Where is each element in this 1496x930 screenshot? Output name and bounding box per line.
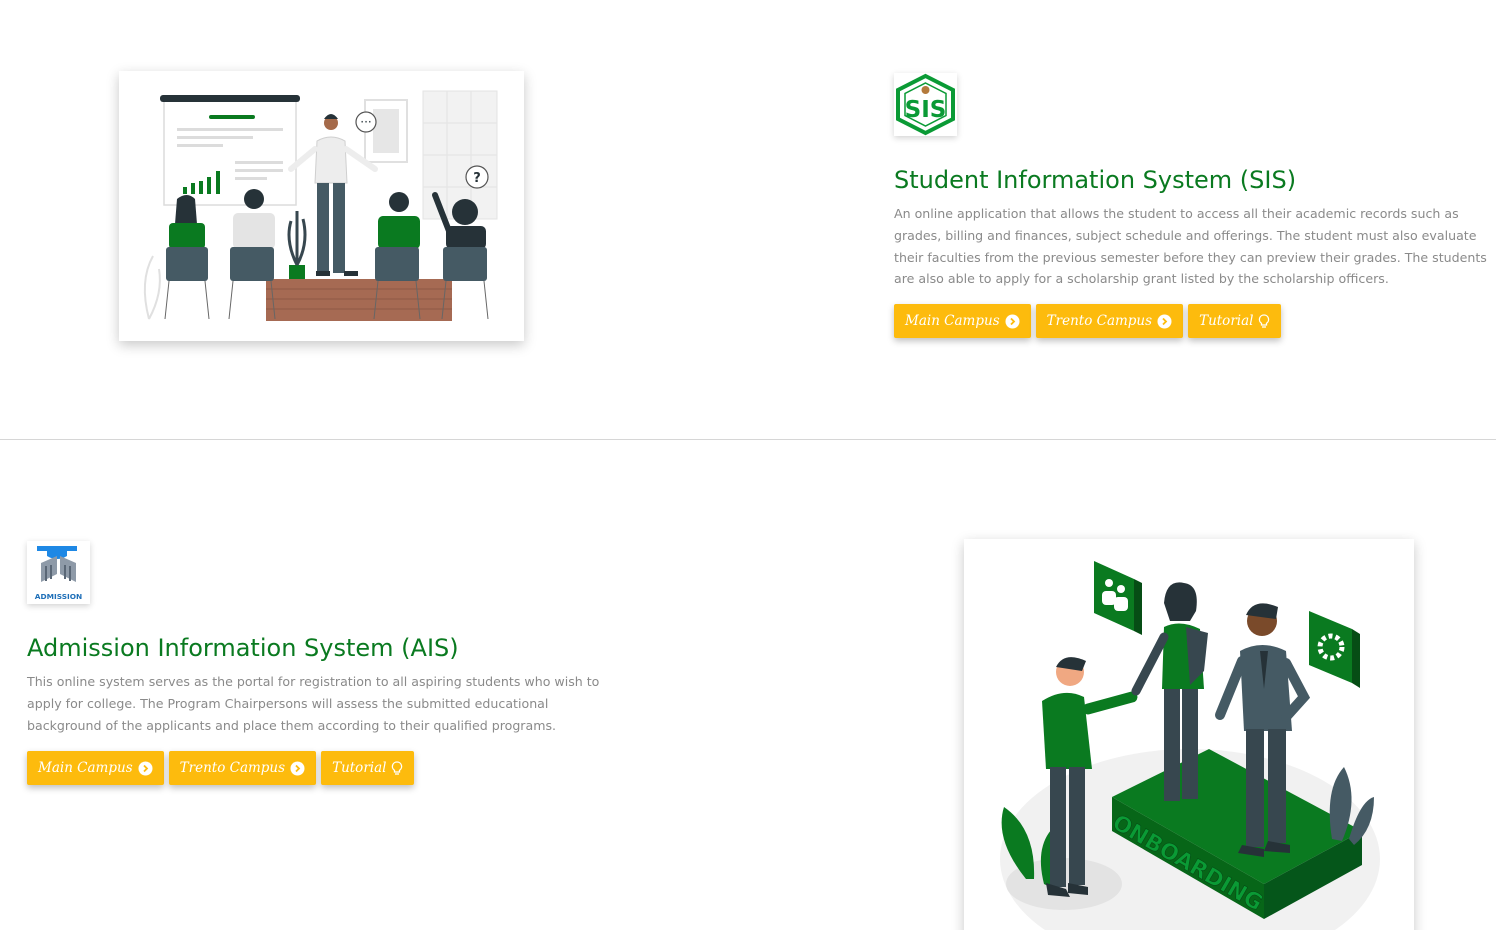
ais-onboarding-illustration: ONBOARDING: [964, 539, 1414, 930]
ais-logo-text: ADMISSION: [35, 592, 83, 601]
svg-text:···: ···: [360, 115, 371, 129]
chevron-circle-right-icon: [138, 761, 153, 776]
sis-button-group: Main Campus Trento Campus Tutorial: [894, 304, 1282, 338]
lightbulb-icon: [1258, 313, 1270, 329]
sis-description: An online application that allows the st…: [894, 206, 1487, 287]
sis-title: Student Information System (SIS): [894, 166, 1297, 194]
sis-logo: SIS: [894, 73, 957, 136]
ais-tutorial-button[interactable]: Tutorial: [321, 751, 415, 785]
sis-section: ··· ? SIS Student Information System (SI…: [0, 0, 1496, 439]
ais-section: ADMISSION Admission Information System (…: [0, 440, 1496, 930]
chevron-circle-right-icon: [290, 761, 305, 776]
ais-trento-campus-label: Trento Campus: [179, 760, 286, 776]
svg-text:?: ?: [473, 171, 481, 186]
sis-classroom-illustration: ··· ?: [119, 71, 524, 341]
sis-main-campus-button[interactable]: Main Campus: [894, 304, 1031, 338]
sis-tutorial-label: Tutorial: [1199, 313, 1254, 329]
ais-trento-campus-button[interactable]: Trento Campus: [168, 751, 317, 785]
sis-trento-campus-label: Trento Campus: [1046, 313, 1153, 329]
ais-logo: ADMISSION: [27, 541, 90, 604]
chevron-circle-right-icon: [1005, 314, 1020, 329]
ais-tutorial-label: Tutorial: [332, 760, 387, 776]
ais-button-group: Main Campus Trento Campus Tutorial: [27, 751, 415, 785]
ais-description: This online system serves as the portal …: [27, 674, 600, 733]
sis-tutorial-button[interactable]: Tutorial: [1188, 304, 1282, 338]
ais-main-campus-label: Main Campus: [38, 760, 133, 776]
chevron-circle-right-icon: [1157, 314, 1172, 329]
svg-text:SIS: SIS: [905, 97, 947, 123]
lightbulb-icon: [391, 760, 403, 776]
sis-trento-campus-button[interactable]: Trento Campus: [1035, 304, 1184, 338]
ais-main-campus-button[interactable]: Main Campus: [27, 751, 164, 785]
ais-title: Admission Information System (AIS): [27, 634, 459, 662]
sis-main-campus-label: Main Campus: [905, 313, 1000, 329]
